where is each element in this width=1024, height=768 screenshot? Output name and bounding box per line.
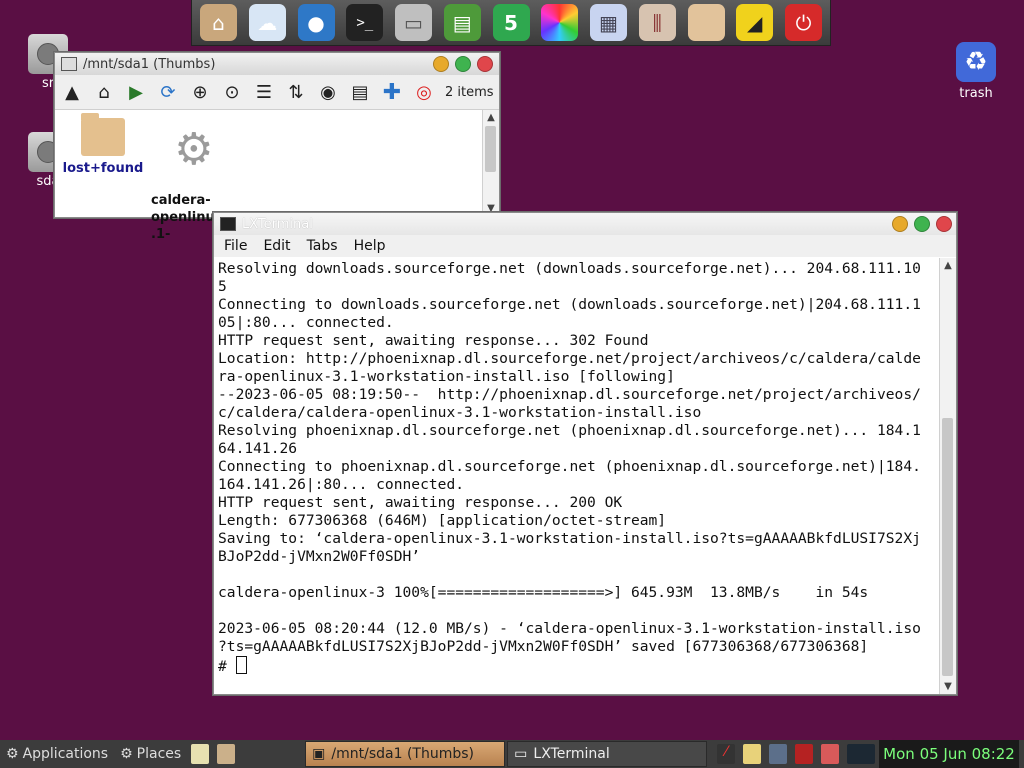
terminal-menubar: File Edit Tabs Help: [214, 235, 956, 257]
file-manager-window: /mnt/sda1 (Thumbs) ▲ ⌂ ▶ ⟳ ⊕ ⊙ ☰ ⇅ ◉ ▤ ✚…: [54, 52, 500, 242]
chat-icon[interactable]: ●: [297, 4, 335, 41]
terminal-window: LXTerminal File Edit Tabs Help Resolving…: [213, 212, 957, 695]
clipboard-icon[interactable]: [743, 744, 762, 764]
scrollbar-thumb[interactable]: [942, 418, 953, 676]
applications-icon: ⚙: [6, 746, 19, 762]
minimize-button[interactable]: [433, 56, 449, 72]
file-manager-titlebar[interactable]: /mnt/sda1 (Thumbs): [55, 53, 499, 75]
menu-file[interactable]: File: [224, 238, 247, 254]
zoom-in-icon[interactable]: ⊕: [187, 79, 213, 105]
places-label: Places: [136, 746, 182, 762]
help-icon[interactable]: ◎: [411, 79, 437, 105]
printer-icon[interactable]: [769, 744, 788, 764]
clock[interactable]: Mon 05 Jun 08:22: [879, 740, 1019, 768]
display-icon[interactable]: ▭: [395, 4, 432, 41]
spreadsheet-icon[interactable]: 5: [492, 4, 530, 41]
window-title: /mnt/sda1 (Thumbs): [83, 56, 216, 72]
scroll-down-icon[interactable]: ▼: [940, 681, 956, 692]
show-hidden-icon[interactable]: ◉: [315, 79, 341, 105]
menu-edit[interactable]: Edit: [263, 238, 290, 254]
menu-tabs[interactable]: Tabs: [307, 238, 338, 254]
terminal-icon[interactable]: >_: [346, 4, 384, 41]
file-view: lost+found ⚙ caldera- openlinux-3 .1-: [55, 110, 481, 242]
scroll-up-icon[interactable]: ▲: [940, 260, 956, 271]
task-label: /mnt/sda1 (Thumbs): [331, 746, 474, 762]
home-icon[interactable]: ⌂: [91, 79, 117, 105]
refresh-icon[interactable]: ⟳: [155, 79, 181, 105]
paint-icon[interactable]: ◢: [736, 4, 774, 41]
window-icon: [220, 217, 236, 231]
close-button[interactable]: [477, 56, 493, 72]
folder-icon[interactable]: [687, 4, 725, 41]
applications-label: Applications: [22, 746, 109, 762]
menu-help[interactable]: Help: [354, 238, 386, 254]
list-view-icon[interactable]: ☰: [251, 79, 277, 105]
minimize-button[interactable]: [892, 216, 908, 232]
text-editor-icon[interactable]: ▦: [590, 4, 627, 41]
scroll-up-icon[interactable]: ▲: [483, 112, 499, 123]
terminal-output-area[interactable]: Resolving downloads.sourceforge.net (dow…: [214, 258, 938, 694]
terminal-scrollbar[interactable]: ▲ ▼: [939, 258, 956, 694]
disk-icon[interactable]: [795, 744, 814, 764]
settings-icon[interactable]: ⫼: [638, 4, 676, 41]
file-manager-toolbar: ▲ ⌂ ▶ ⟳ ⊕ ⊙ ☰ ⇅ ◉ ▤ ✚ ◎ 2 items: [55, 75, 499, 110]
desktop-icon-label: sr: [41, 76, 55, 91]
document-viewer-icon[interactable]: ▤: [443, 4, 481, 41]
color-picker-icon[interactable]: [541, 4, 579, 41]
shield-icon[interactable]: [821, 744, 840, 764]
task-icon: ▣: [312, 746, 326, 762]
applications-menu[interactable]: ⚙ Applications: [0, 740, 114, 768]
trash-icon: ♻: [956, 42, 996, 82]
desktop-icon-trash[interactable]: ♻ trash: [946, 42, 1006, 101]
task-label: LXTerminal: [533, 746, 610, 762]
places-menu[interactable]: ⚙ Places: [114, 740, 187, 768]
cloud-icon[interactable]: ☁: [248, 4, 286, 41]
desktop-icon-label: trash: [959, 86, 993, 101]
up-icon[interactable]: ▲: [59, 79, 85, 105]
item-count: 2 items: [445, 84, 494, 100]
dock: ⌂ ☁ ● >_ ▭ ▤ 5 ▦ ⫼ ◢ ⏻: [191, 0, 831, 46]
text-editor-launcher-icon[interactable]: [191, 744, 210, 764]
home-folder-icon[interactable]: ⌂: [200, 4, 237, 41]
terminal-output: Resolving downloads.sourceforge.net (dow…: [218, 260, 921, 655]
file-view-scrollbar[interactable]: ▲ ▼: [482, 110, 499, 216]
file-manager-launcher-icon[interactable]: [217, 744, 236, 764]
task-icon: ▭: [514, 746, 528, 762]
folder-icon: [81, 113, 125, 156]
terminal-titlebar[interactable]: LXTerminal: [214, 213, 956, 235]
cpu-monitor-icon: [847, 744, 876, 764]
gear-icon: ⚙: [174, 124, 214, 175]
power-icon[interactable]: ⏻: [785, 4, 822, 41]
new-icon[interactable]: ✚: [379, 79, 405, 105]
maximize-button[interactable]: [914, 216, 930, 232]
maximize-button[interactable]: [455, 56, 471, 72]
task-file-manager[interactable]: ▣ /mnt/sda1 (Thumbs): [305, 741, 506, 767]
window-title: LXTerminal: [242, 216, 313, 232]
scrollbar-thumb[interactable]: [485, 126, 496, 172]
window-icon: [61, 57, 77, 71]
network-off-icon[interactable]: ⁄: [717, 744, 736, 764]
file-item-lost-found[interactable]: lost+found: [57, 112, 149, 177]
taskbar: ⚙ Applications ⚙ Places ▣ /mnt/sda1 (Thu…: [0, 740, 1024, 768]
terminal-cursor: [235, 656, 247, 674]
details-view-icon[interactable]: ▤: [347, 79, 373, 105]
file-item-label: lost+found: [62, 161, 144, 176]
close-button[interactable]: [936, 216, 952, 232]
task-terminal[interactable]: ▭ LXTerminal: [507, 741, 708, 767]
zoom-fit-icon[interactable]: ⊙: [219, 79, 245, 105]
sort-icon[interactable]: ⇅: [283, 79, 309, 105]
terminal-prompt: #: [218, 658, 236, 675]
open-icon[interactable]: ▶: [123, 79, 149, 105]
places-icon: ⚙: [120, 746, 133, 762]
